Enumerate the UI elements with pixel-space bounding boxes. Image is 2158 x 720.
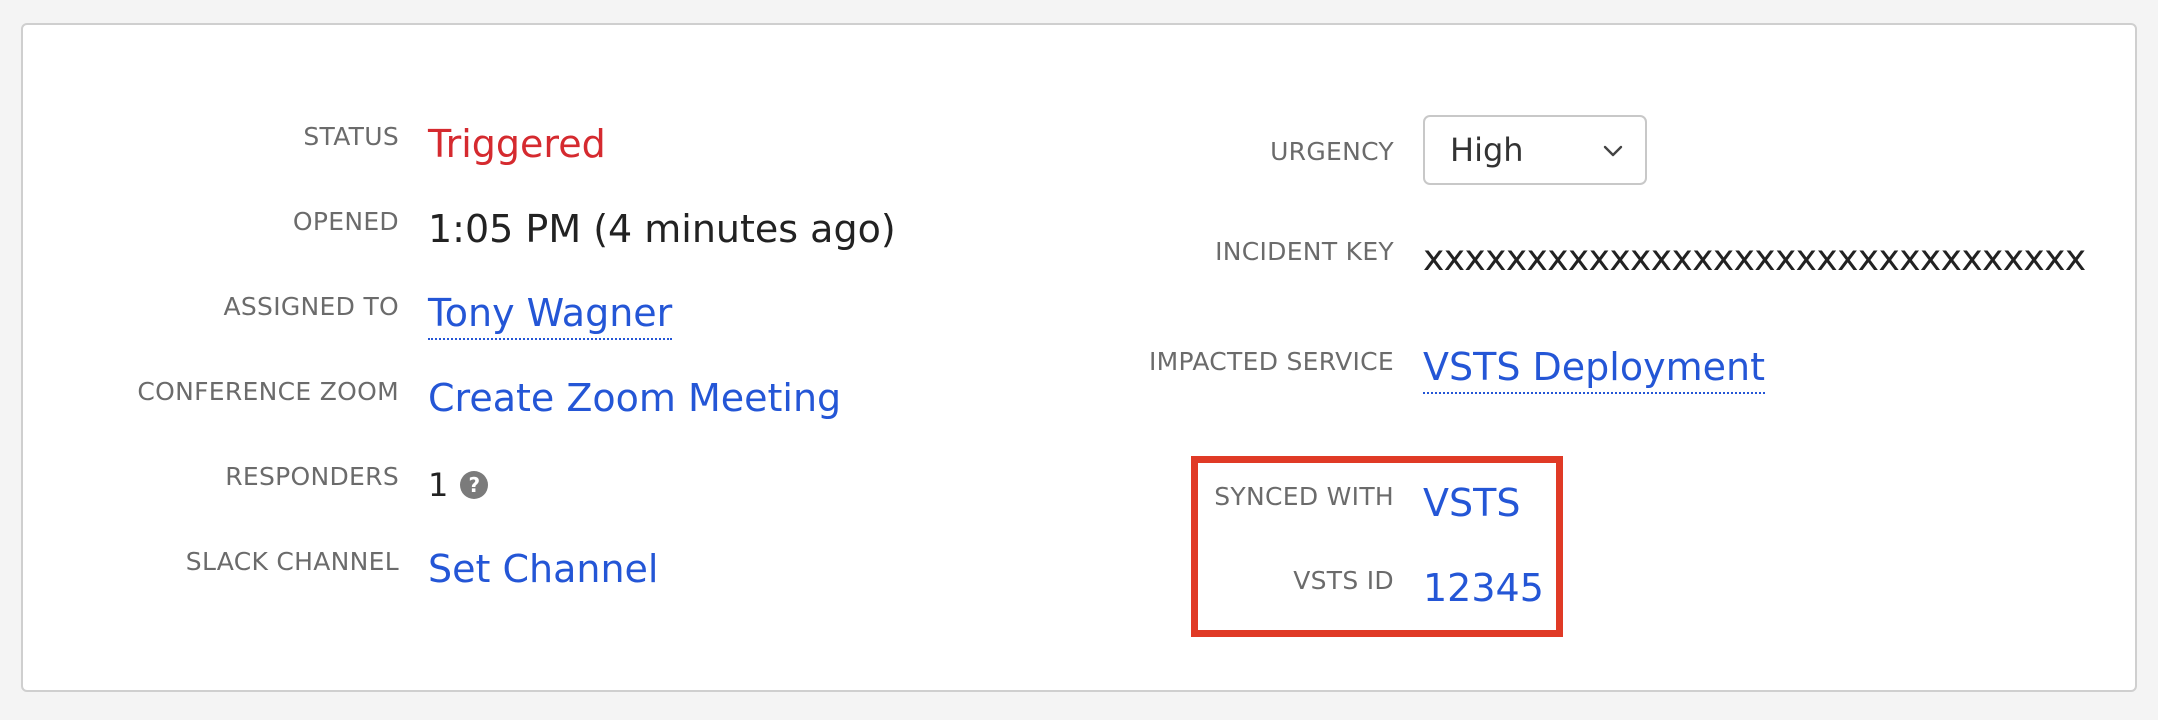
responders-count: 1 (428, 466, 449, 504)
create-zoom-meeting-link[interactable]: Create Zoom Meeting (428, 375, 841, 421)
urgency-label: URGENCY (1270, 137, 1394, 166)
impacted-service-label: IMPACTED SERVICE (1149, 347, 1394, 376)
impacted-service-link[interactable]: VSTS Deployment (1423, 344, 1765, 394)
status-label: STATUS (303, 122, 399, 151)
opened-label: OPENED (292, 207, 399, 236)
vsts-id-link[interactable]: 12345 (1423, 565, 1544, 611)
assignee-link[interactable]: Tony Wagner (428, 290, 673, 340)
urgency-selected-value: High (1450, 131, 1524, 169)
set-channel-link[interactable]: Set Channel (428, 546, 659, 592)
responders-label: RESPONDERS (225, 462, 399, 491)
status-value: Triggered (428, 122, 606, 166)
slack-channel-label: SLACK CHANNEL (185, 547, 399, 576)
incident-key-value: xxxxxxxxxxxxxxxxxxxxxxxxxxxxxxxx (1423, 238, 2086, 279)
responders-value: 1? (428, 462, 489, 508)
help-icon[interactable]: ? (460, 471, 489, 499)
vsts-id-label: VSTS ID (1293, 566, 1394, 595)
synced-with-link[interactable]: VSTS (1423, 480, 1520, 526)
synced-with-label: SYNCED WITH (1214, 482, 1394, 511)
assigned-to-label: ASSIGNED TO (223, 292, 399, 321)
chevron-down-icon (1603, 145, 1623, 157)
incident-key-label: INCIDENT KEY (1215, 237, 1394, 266)
urgency-select[interactable]: High (1423, 115, 1647, 185)
opened-value: 1:05 PM (4 minutes ago) (428, 207, 896, 251)
conference-zoom-label: CONFERENCE ZOOM (137, 377, 399, 406)
